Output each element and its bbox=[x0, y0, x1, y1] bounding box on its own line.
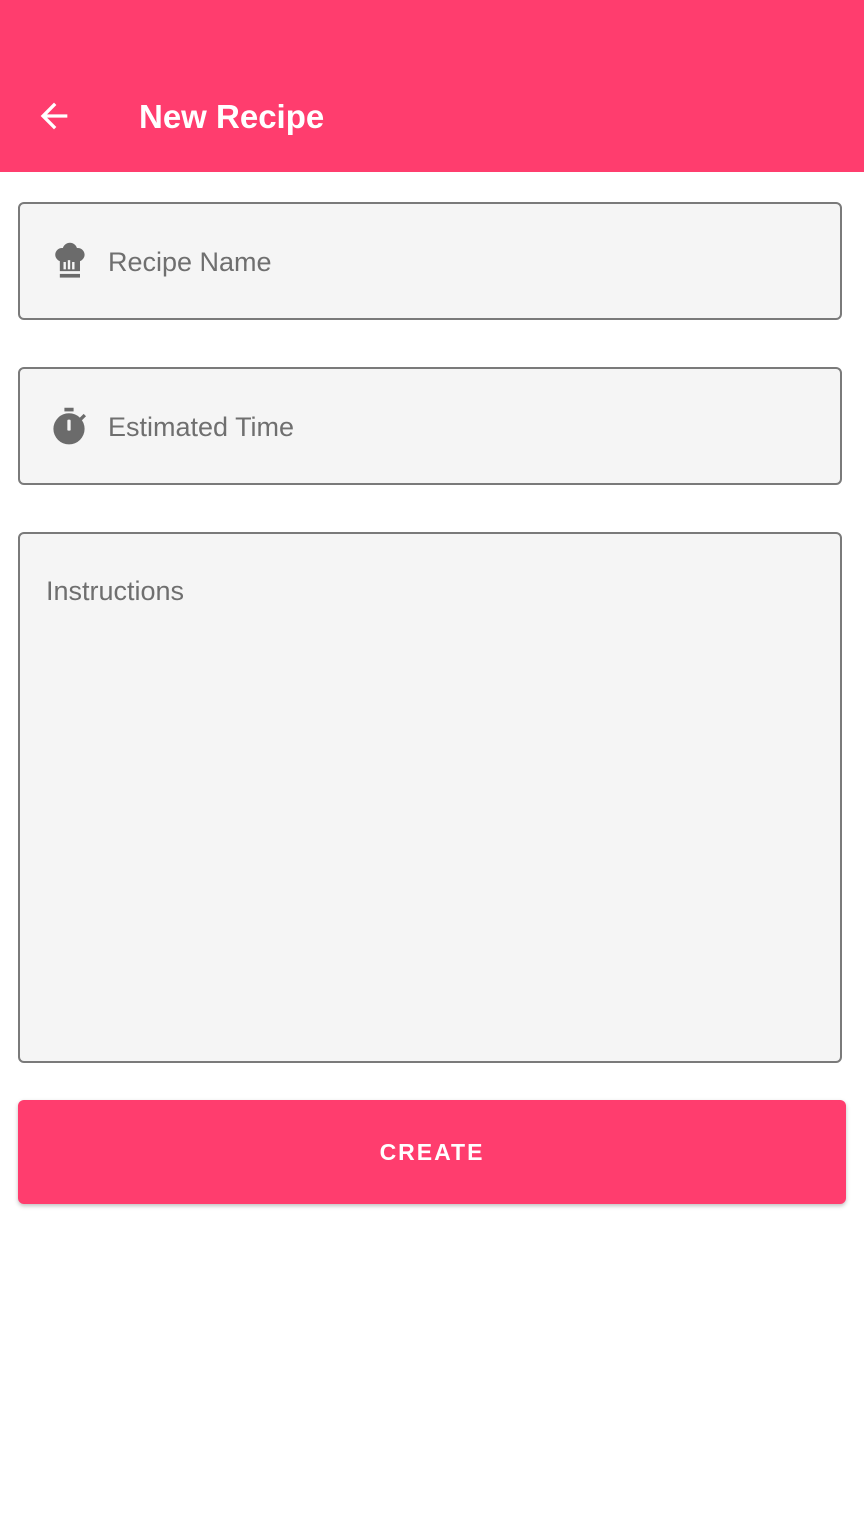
create-button[interactable]: CREATE bbox=[18, 1100, 846, 1204]
instructions-textarea[interactable] bbox=[46, 576, 816, 1036]
arrow-back-icon bbox=[40, 102, 68, 130]
instructions-field[interactable] bbox=[18, 532, 842, 1063]
app-toolbar: New Recipe bbox=[0, 0, 864, 172]
chef-hat-icon bbox=[55, 242, 85, 278]
estimated-time-field[interactable] bbox=[18, 367, 842, 485]
new-recipe-screen: New Recipe CREATE bbox=[0, 0, 864, 1536]
recipe-name-input[interactable] bbox=[108, 242, 808, 282]
recipe-name-field[interactable] bbox=[18, 202, 842, 320]
back-button[interactable] bbox=[22, 84, 86, 148]
stopwatch-icon bbox=[53, 407, 86, 445]
page-title: New Recipe bbox=[139, 98, 325, 135]
create-button-label: CREATE bbox=[379, 1138, 485, 1165]
estimated-time-input[interactable] bbox=[108, 407, 808, 447]
